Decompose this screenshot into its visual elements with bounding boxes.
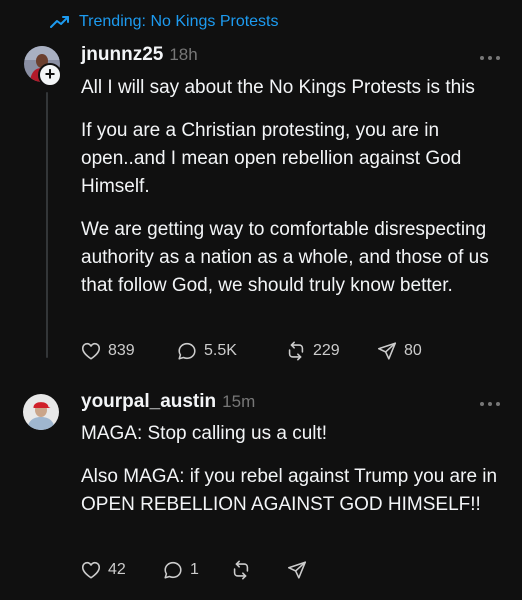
- more-options-icon[interactable]: [480, 55, 500, 61]
- repost-count: 229: [313, 342, 340, 359]
- repost-icon: [288, 341, 304, 361]
- heart-icon: [81, 561, 101, 579]
- reply-button[interactable]: 5.5K: [176, 340, 285, 362]
- share-button[interactable]: [286, 559, 326, 581]
- thread-line: [46, 92, 48, 358]
- post-actions: 839 5.5K 229 80: [80, 339, 436, 363]
- repost-icon: [233, 560, 249, 580]
- share-button[interactable]: 80: [376, 340, 436, 362]
- more-options-icon[interactable]: [480, 401, 500, 407]
- repost-button[interactable]: [230, 559, 286, 581]
- heart-icon: [81, 342, 101, 360]
- trending-arrow-icon: [50, 15, 70, 29]
- post-body: All I will say about the No Kings Protes…: [81, 74, 511, 315]
- post-paragraph: MAGA: Stop calling us a cult!: [81, 423, 328, 444]
- like-button[interactable]: 839: [80, 340, 176, 362]
- username[interactable]: yourpal_austin: [81, 391, 216, 413]
- trending-topic-link[interactable]: Trending: No Kings Protests: [50, 10, 279, 34]
- post-paragraph: We are getting way to comfortable disres…: [81, 219, 489, 296]
- repost-button[interactable]: 229: [285, 340, 376, 362]
- post-body: MAGA: Stop calling us a cult! Also MAGA:…: [81, 420, 511, 534]
- timestamp: 18h: [169, 45, 198, 64]
- like-count: 839: [108, 342, 135, 359]
- timestamp: 15m: [222, 392, 256, 411]
- reply-button[interactable]: 1: [162, 559, 230, 581]
- reply-count: 5.5K: [204, 342, 237, 359]
- follow-plus-button[interactable]: +: [38, 63, 62, 87]
- post-paragraph: Also MAGA: if you rebel against Trump yo…: [81, 466, 498, 515]
- like-button[interactable]: 42: [80, 559, 162, 581]
- trending-label: Trending: No Kings Protests: [79, 13, 279, 30]
- comment-icon: [164, 561, 182, 579]
- post-paragraph: All I will say about the No Kings Protes…: [81, 77, 475, 98]
- share-count: 80: [404, 342, 422, 359]
- like-count: 42: [108, 561, 126, 578]
- post-paragraph: If you are a Christian protesting, you a…: [81, 120, 462, 197]
- send-icon: [287, 561, 307, 579]
- post-actions: 42 1: [80, 558, 326, 582]
- post-header: jnunnz25 18h: [81, 44, 198, 68]
- send-icon: [377, 342, 397, 360]
- comment-icon: [178, 342, 196, 360]
- avatar[interactable]: [23, 394, 59, 430]
- username[interactable]: jnunnz25: [81, 44, 163, 66]
- post-header: yourpal_austin 15m: [81, 391, 255, 415]
- reply-count: 1: [190, 561, 199, 578]
